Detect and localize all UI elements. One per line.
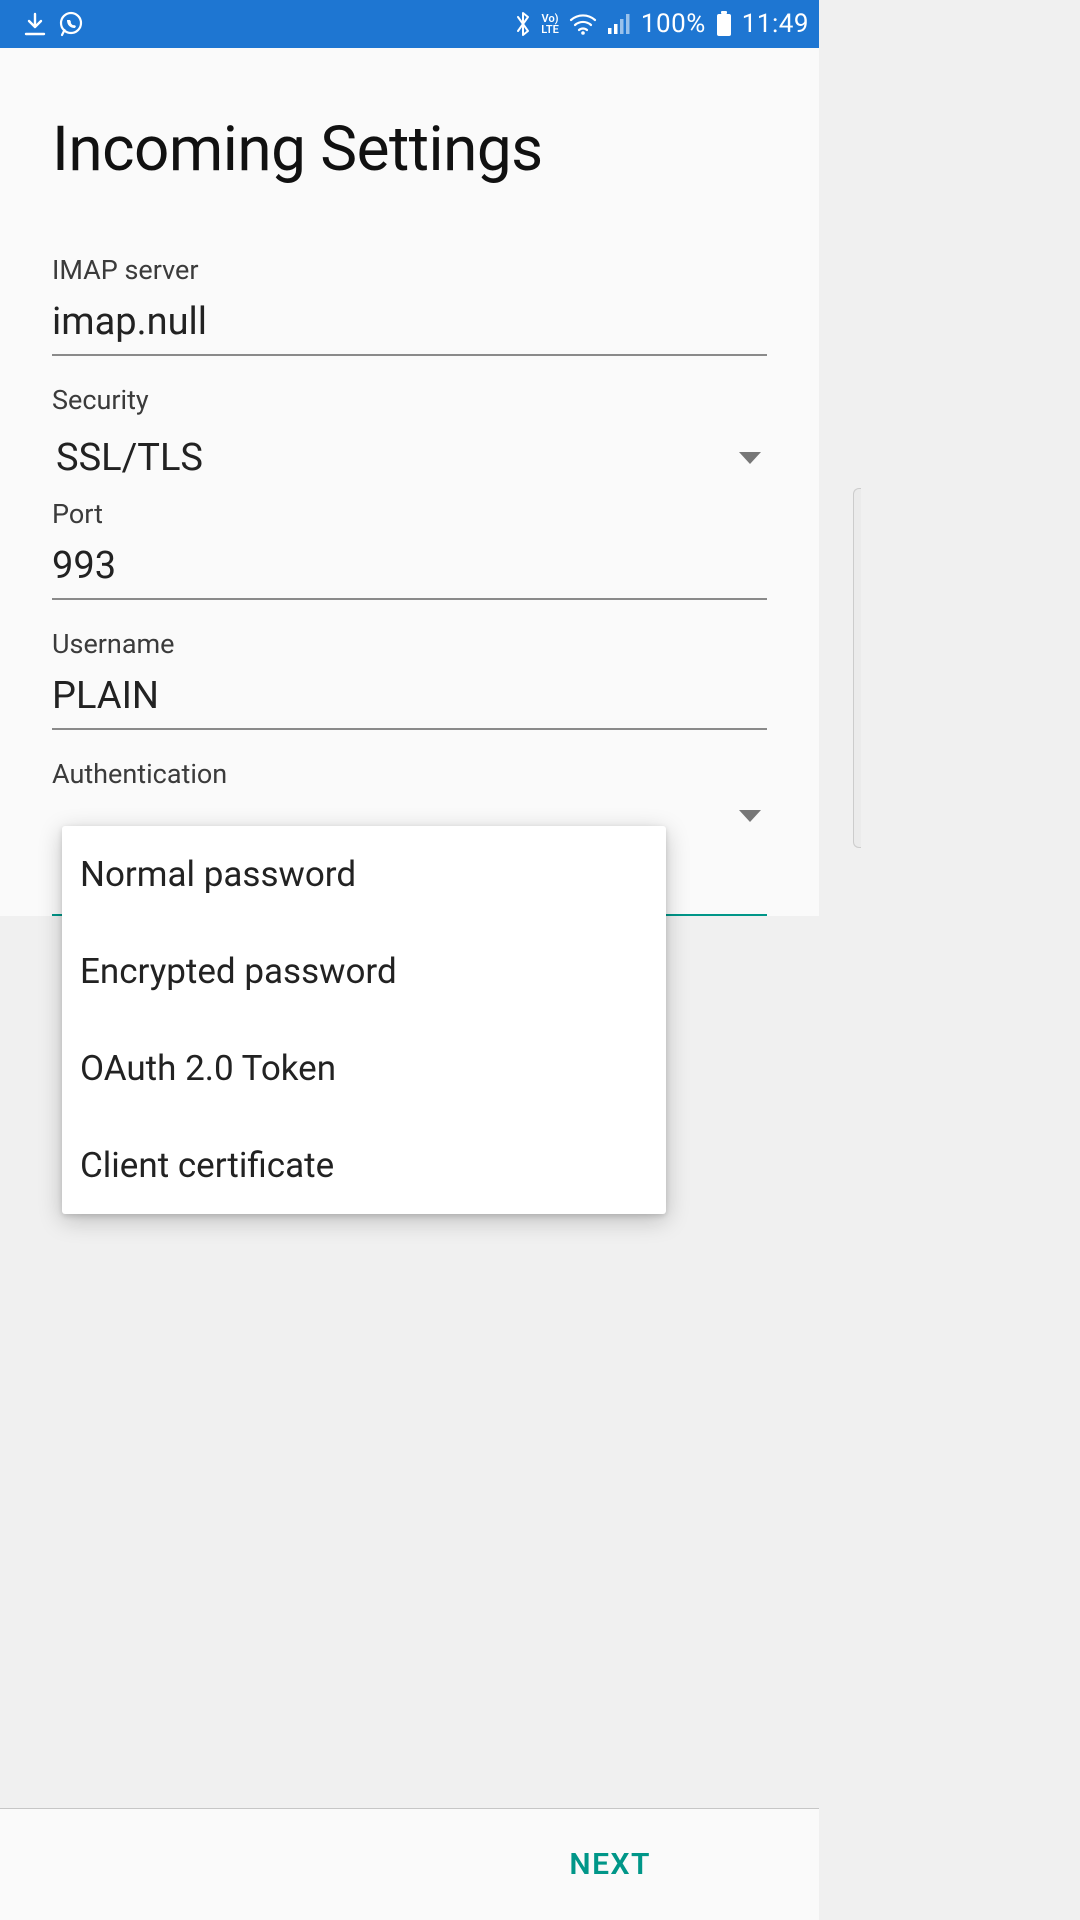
signal-icon — [607, 13, 631, 35]
auth-option-client-certificate[interactable]: Client certificate — [62, 1117, 666, 1214]
chevron-down-icon — [739, 452, 761, 464]
port-input[interactable] — [52, 540, 767, 600]
security-select[interactable]: SSL/TLS — [52, 426, 767, 492]
field-security: Security SSL/TLS — [42, 384, 777, 492]
scrollbar[interactable] — [853, 488, 861, 848]
field-port: Port — [42, 498, 777, 600]
wifi-icon — [569, 13, 597, 35]
username-label: Username — [52, 628, 767, 660]
page-body: Incoming Settings IMAP server Security S… — [0, 48, 819, 916]
clock: 11:49 — [742, 9, 809, 39]
status-right: Vo) LTE 100% 11:49 — [515, 9, 809, 39]
auth-option-oauth-token[interactable]: OAuth 2.0 Token — [62, 1020, 666, 1117]
imap-server-label: IMAP server — [52, 254, 767, 286]
authentication-label: Authentication — [52, 758, 767, 790]
field-authentication: Authentication — [42, 758, 777, 834]
status-bar: Vo) LTE 100% 11:49 — [0, 0, 819, 48]
bluetooth-icon — [515, 11, 531, 37]
auth-option-encrypted-password[interactable]: Encrypted password — [62, 923, 666, 1020]
volte-icon: Vo) LTE — [541, 13, 559, 35]
bottom-bar: NEXT — [0, 1808, 819, 1920]
imap-server-input[interactable] — [52, 296, 767, 356]
security-value: SSL/TLS — [56, 436, 203, 480]
status-left — [24, 11, 84, 37]
field-username: Username — [42, 628, 777, 730]
port-label: Port — [52, 498, 767, 530]
chevron-down-icon — [739, 810, 761, 822]
download-icon — [24, 12, 46, 36]
whatsapp-icon — [58, 11, 84, 37]
username-input[interactable] — [52, 670, 767, 730]
next-button[interactable]: NEXT — [569, 1847, 651, 1882]
authentication-dropdown: Normal password Encrypted password OAuth… — [62, 826, 666, 1214]
field-imap-server: IMAP server — [42, 254, 777, 356]
security-label: Security — [52, 384, 767, 416]
battery-icon — [716, 11, 732, 37]
battery-percentage: 100% — [641, 9, 706, 39]
page-title: Incoming Settings — [42, 48, 777, 226]
auth-option-normal-password[interactable]: Normal password — [62, 826, 666, 923]
